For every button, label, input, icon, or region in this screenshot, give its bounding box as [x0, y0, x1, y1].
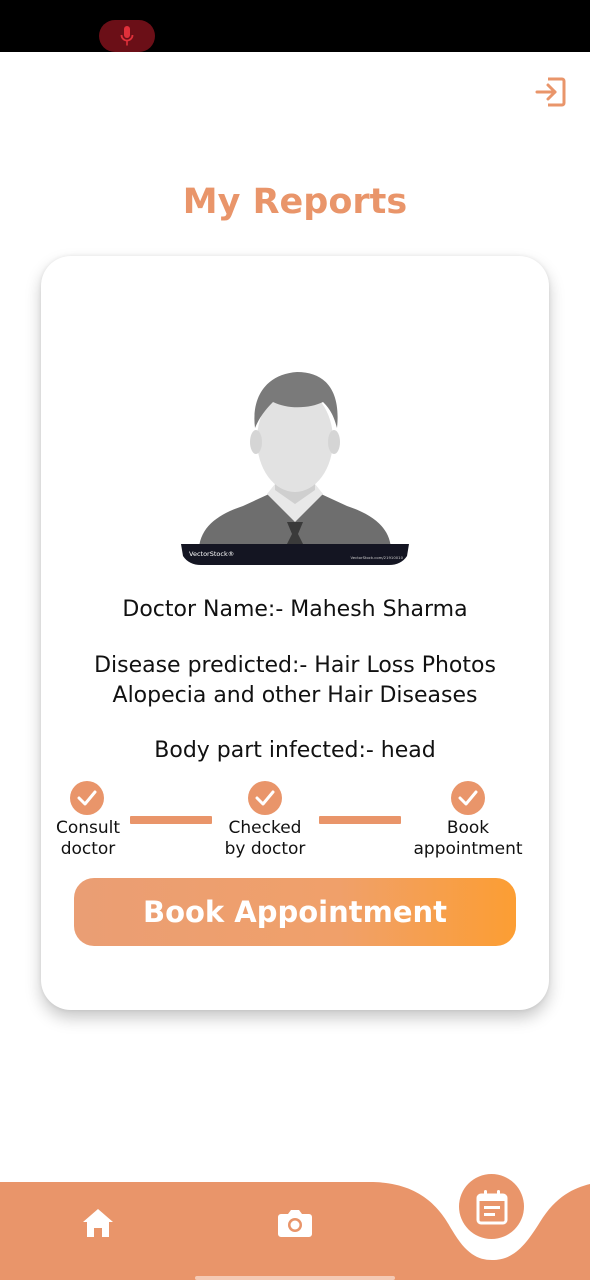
step-connector-1 — [130, 816, 212, 824]
check-icon — [77, 790, 97, 806]
step-consult-line2: doctor — [60, 839, 116, 859]
home-indicator — [195, 1276, 395, 1280]
disease-line-2: Alopecia and other Hair Diseases — [112, 683, 478, 708]
home-icon — [83, 1209, 113, 1237]
step-checked-line2: by doctor — [224, 839, 306, 859]
step-book-check — [451, 781, 485, 815]
logout-button[interactable] — [532, 73, 570, 111]
doctor-name: Doctor Name:- Mahesh Sharma — [122, 597, 468, 622]
reports-icon — [476, 1189, 507, 1224]
logout-icon — [535, 77, 566, 107]
doctor-avatar-image: VectorStock® VectorStock.com/21910010 — [181, 372, 409, 565]
nav-reports[interactable] — [459, 1174, 524, 1239]
step-book-label: Book appointment — [413, 818, 523, 860]
step-consult-label: Consult doctor — [33, 818, 143, 860]
page-title: My Reports — [182, 182, 408, 222]
nav-camera[interactable] — [275, 1203, 315, 1243]
check-icon — [458, 790, 478, 806]
step-checked-check — [248, 781, 282, 815]
step-checked-label: Checked by doctor — [210, 818, 320, 860]
step-consult-line1: Consult — [55, 818, 121, 838]
avatar-watermark-right: VectorStock.com/21910010 — [350, 555, 403, 560]
avatar-watermark-left: VectorStock® — [189, 550, 234, 558]
step-consult-check — [70, 781, 104, 815]
check-icon — [255, 790, 275, 806]
step-book-line1: Book — [446, 818, 490, 838]
camera-icon — [278, 1210, 312, 1237]
body-part-infected: Body part infected:- head — [154, 738, 436, 763]
disease-line-1: Disease predicted:- Hair Loss Photos — [94, 653, 496, 678]
step-book-line2: appointment — [413, 839, 523, 859]
disease-predicted: Disease predicted:- Hair Loss Photos Alo… — [41, 651, 549, 711]
status-bar — [0, 0, 590, 52]
microphone-indicator — [99, 20, 155, 52]
report-card: VectorStock® VectorStock.com/21910010 Do… — [41, 256, 549, 1010]
step-connector-2 — [319, 816, 401, 824]
step-checked-line1: Checked — [228, 818, 302, 838]
microphone-icon — [120, 26, 134, 46]
book-appointment-button[interactable]: Book Appointment — [74, 878, 516, 946]
nav-home[interactable] — [78, 1203, 118, 1243]
